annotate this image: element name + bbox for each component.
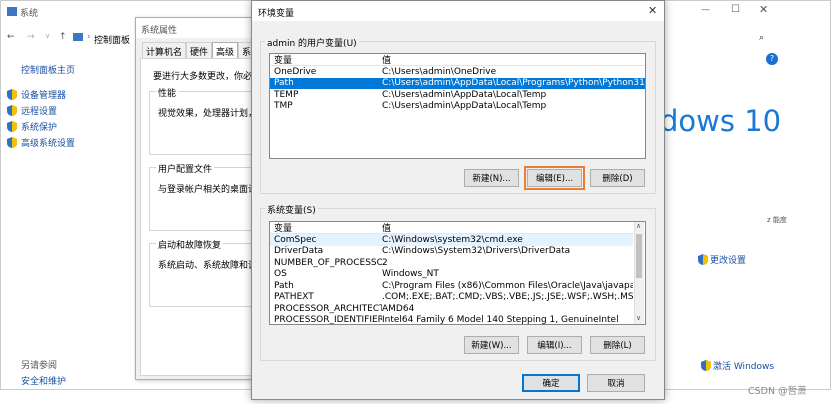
table-row[interactable]: TMP C:\Users\admin\AppData\Local\Temp — [270, 101, 645, 113]
performance-title: 性能 — [156, 86, 179, 99]
system-app-icon — [7, 7, 17, 16]
back-icon[interactable]: ← — [7, 32, 15, 42]
security-maintenance-link[interactable]: 安全和维护 — [21, 374, 66, 387]
shield-icon — [7, 120, 17, 132]
up-icon[interactable]: ↑ — [59, 32, 67, 42]
env-title: 环境变量 — [258, 9, 295, 19]
user-vars-header: 变量 值 — [270, 54, 645, 66]
help-icon[interactable]: ? — [766, 53, 778, 65]
system-window-title: 系统 — [20, 9, 39, 19]
sidebar-item-device-manager[interactable]: 设备管理器 — [7, 86, 132, 102]
shield-icon — [7, 88, 17, 100]
scroll-up-icon[interactable]: ∧ — [636, 222, 641, 230]
user-new-button[interactable]: 新建(N)... — [464, 169, 519, 187]
props-title: 系统属性 — [141, 26, 178, 36]
minimize-icon[interactable]: — — [701, 5, 710, 15]
profile-title: 用户配置文件 — [156, 162, 215, 175]
table-row[interactable]: Path C:\Program Files (x86)\Common Files\… — [270, 280, 633, 292]
props-titlebar: 系统属性 — [136, 18, 254, 38]
control-panel-icon — [73, 33, 83, 41]
breadcrumb-separator-icon: › — [87, 32, 91, 42]
table-row[interactable]: DriverData C:\Windows\System32\Drivers\Dr… — [270, 246, 633, 258]
vertical-scrollbar[interactable]: ∧ ∨ — [634, 222, 644, 324]
close-icon[interactable]: ✕ — [648, 4, 657, 17]
system-right-pane: ? dows 10 z 能度 更改设置 激活 Windows — [656, 25, 831, 391]
left-nav: 设备管理器 远程设置 系统保护 高级系统设置 — [7, 86, 132, 150]
col-value-header[interactable]: 值 — [382, 53, 391, 66]
system-vars-list: 变量 值 ComSpec C:\Windows\system32\cmd.exe … — [269, 221, 646, 325]
table-row[interactable]: ComSpec C:\Windows\system32\cmd.exe — [270, 234, 633, 246]
scrollbar-thumb[interactable] — [636, 234, 642, 278]
sidebar-item-label: 高级系统设置 — [21, 138, 76, 149]
see-also-title: 另请参阅 — [21, 361, 58, 371]
ok-button[interactable]: 确定 — [522, 374, 580, 392]
table-row[interactable]: PROCESSOR_ARCHITECTUREAMD64 — [270, 303, 633, 315]
scroll-down-icon[interactable]: ∨ — [636, 314, 641, 322]
sidebar-item-system-protection[interactable]: 系统保护 — [7, 118, 132, 134]
env-titlebar: 环境变量 ✕ — [252, 1, 664, 21]
change-settings-link[interactable]: 更改设置 — [698, 253, 746, 266]
sidebar-item-label: 系统保护 — [21, 122, 58, 133]
system-vars-title: 系统变量(S) — [265, 203, 318, 216]
user-vars-list: 变量 值 OneDrive C:\Users\admin\OneDrive Pat… — [269, 53, 646, 159]
table-row[interactable]: PATHEXT .COM;.EXE;.BAT;.CMD;.VBS;.VBE;.JS… — [270, 292, 633, 304]
startup-text: 系统启动、系统故障和调试 — [158, 261, 267, 271]
performance-text: 视觉效果，处理器计划，内 — [158, 109, 267, 119]
system-new-button[interactable]: 新建(W)... — [464, 336, 519, 354]
side-text: z 能度 — [767, 216, 787, 224]
col-variable-header[interactable]: 变量 — [270, 53, 382, 66]
system-properties-dialog: 系统属性 计算机名 硬件 高级 系统 要进行大多数更改，你必须作 性能 视觉效果… — [135, 17, 270, 380]
startup-group: 启动和故障恢复 系统启动、系统故障和调试 — [149, 238, 266, 307]
table-row[interactable]: NUMBER_OF_PROCESSORS2 — [270, 257, 633, 269]
breadcrumb[interactable]: 控制面板 — [94, 33, 130, 46]
table-row-selected[interactable]: Path C:\Users\admin\AppData\Local\Program… — [270, 77, 645, 89]
user-delete-button[interactable]: 删除(D) — [590, 169, 645, 187]
system-left-pane: 控制面板主页 设备管理器 远程设置 系统保护 高级系统设置 另请参阅 安全和维护 — [1, 56, 136, 391]
chevron-down-icon[interactable]: ∨ — [45, 32, 50, 40]
shield-icon — [7, 104, 17, 116]
sidebar-item-advanced-settings[interactable]: 高级系统设置 — [7, 134, 132, 150]
system-vars-header: 变量 值 — [270, 222, 645, 234]
table-row[interactable]: OS Windows_NT — [270, 269, 633, 281]
cancel-button[interactable]: 取消 — [587, 374, 645, 392]
table-row[interactable]: OneDrive C:\Users\admin\OneDrive — [270, 66, 645, 78]
user-edit-button[interactable]: 编辑(E)... — [524, 166, 585, 190]
environment-variables-dialog: 环境变量 ✕ admin 的用户变量(U) 变量 值 OneDrive C:\Us… — [251, 0, 665, 400]
table-row[interactable]: PROCESSOR_IDENTIFIER Intel64 Family 6 Mod… — [270, 315, 633, 324]
shield-icon — [701, 360, 711, 371]
startup-title: 启动和故障恢复 — [156, 238, 224, 251]
profile-group: 用户配置文件 与登录帐户相关的桌面设置 — [149, 162, 266, 231]
sidebar-item-remote-settings[interactable]: 远程设置 — [7, 102, 132, 118]
forward-icon[interactable]: → — [27, 32, 35, 42]
sidebar-item-label: 设备管理器 — [21, 90, 67, 101]
user-vars-title: admin 的用户变量(U) — [265, 36, 359, 49]
sidebar-item-label: 远程设置 — [21, 106, 58, 117]
props-tab-panel: 要进行大多数更改，你必须作 性能 视觉效果，处理器计划，内 用户配置文件 与登录… — [140, 58, 270, 376]
close-icon[interactable]: ✕ — [759, 3, 768, 16]
maximize-icon[interactable]: ☐ — [731, 4, 740, 15]
table-row[interactable]: TEMP C:\Users\admin\AppData\Local\Temp — [270, 89, 645, 101]
col-value-header[interactable]: 值 — [382, 222, 391, 234]
col-variable-header[interactable]: 变量 — [270, 222, 382, 234]
profile-text: 与登录帐户相关的桌面设置 — [158, 185, 267, 195]
shield-icon — [7, 136, 17, 148]
watermark: CSDN @哲萧 — [748, 386, 807, 397]
system-edit-button[interactable]: 编辑(I)... — [527, 336, 582, 354]
performance-group: 性能 视觉效果，处理器计划，内 — [149, 86, 266, 155]
activate-windows-link[interactable]: 激活 Windows — [701, 359, 774, 372]
control-panel-home-link[interactable]: 控制面板主页 — [21, 63, 75, 76]
shield-icon — [698, 254, 708, 265]
windows-brand: dows 10 — [660, 104, 782, 138]
system-delete-button[interactable]: 删除(L) — [590, 336, 645, 354]
